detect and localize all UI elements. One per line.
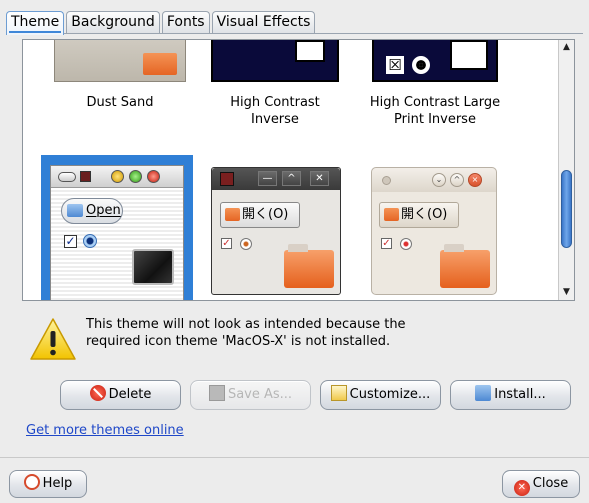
- theme-preview-dust-sand[interactable]: [54, 40, 186, 82]
- theme-preview-light[interactable]: ⌄ ^ × 開く(O) ✓: [371, 167, 497, 295]
- maximize-icon: [129, 170, 142, 183]
- tab-theme[interactable]: Theme: [6, 11, 65, 35]
- open-button-preview: 開く(O): [220, 202, 300, 228]
- radio-icon: [412, 56, 430, 74]
- toolbar-toggle-icon: [58, 172, 76, 182]
- theme-label-high-contrast-large-print-inverse: High Contrast Large Print Inverse: [362, 94, 508, 128]
- tab-fonts[interactable]: Fonts: [161, 11, 210, 33]
- folder-icon: [384, 208, 399, 221]
- folder-icon: [225, 208, 240, 221]
- help-label: Help: [42, 476, 73, 491]
- theme-label-dust-sand: Dust Sand: [86, 95, 154, 110]
- theme-preview-selected[interactable]: Open ✓: [41, 155, 193, 300]
- save-as-label: Save As...: [227, 387, 293, 402]
- app-icon: [80, 171, 91, 182]
- maximize-icon: ^: [282, 171, 301, 186]
- scroll-down-icon[interactable]: ▼: [559, 285, 574, 300]
- open-label: 開く(O): [242, 207, 289, 222]
- install-label: Install...: [494, 387, 546, 402]
- close-button[interactable]: ✕ Close: [502, 470, 580, 498]
- open-label: 開く(O): [401, 207, 448, 222]
- title-bar: [51, 166, 183, 188]
- title-bar: — ^ ✕: [212, 168, 340, 190]
- close-icon: ✕: [310, 171, 329, 186]
- checkbox-icon: ☒: [386, 56, 404, 74]
- close-icon: ×: [468, 173, 482, 187]
- folder-icon: [440, 244, 490, 288]
- customize-icon: [330, 385, 347, 401]
- close-icon: [147, 170, 160, 183]
- open-button-preview: 開く(O): [379, 202, 459, 228]
- divider: [0, 457, 589, 458]
- window-button-icon: [295, 40, 325, 62]
- menu-icon: [382, 176, 391, 185]
- folder-icon: [475, 385, 492, 401]
- theme-preview-high-contrast-inverse[interactable]: [211, 40, 339, 82]
- customize-button[interactable]: Customize...: [320, 380, 441, 410]
- warning-message: This theme will not look as intended bec…: [86, 317, 406, 349]
- install-button[interactable]: Install...: [450, 380, 571, 410]
- open-label: Open: [86, 203, 121, 218]
- delete-button[interactable]: Delete: [60, 380, 181, 410]
- theme-label-line1: High Contrast Large: [369, 95, 501, 110]
- radio-icon: [83, 234, 97, 248]
- tab-background[interactable]: Background: [66, 11, 160, 33]
- theme-preview-dark[interactable]: — ^ ✕ 開く(O) ✓: [211, 167, 341, 295]
- theme-preview-high-contrast-large-print-inverse[interactable]: ☒: [372, 40, 498, 82]
- theme-list-scrollbar[interactable]: ▲ ▼: [558, 40, 574, 300]
- scroll-up-icon[interactable]: ▲: [559, 40, 574, 55]
- folder-icon: [143, 53, 177, 75]
- save-icon: [208, 385, 225, 401]
- save-as-button[interactable]: Save As...: [190, 380, 311, 410]
- theme-label-line1: High Contrast: [230, 95, 320, 110]
- checkbox-icon: ✓: [381, 238, 392, 249]
- checkbox-icon: ✓: [221, 238, 232, 249]
- folder-icon: [67, 204, 83, 217]
- folder-icon: [284, 244, 334, 288]
- minimize-icon: [111, 170, 124, 183]
- theme-label-line2: Print Inverse: [394, 112, 476, 127]
- window-preview: Open ✓: [50, 165, 184, 300]
- delete-icon: [89, 385, 106, 401]
- minimize-icon: —: [258, 171, 277, 186]
- tab-divider: [6, 33, 583, 34]
- theme-label-line2: Inverse: [251, 112, 299, 127]
- radio-icon: [400, 238, 412, 250]
- tab-bar: Theme Background Fonts Visual Effects: [6, 11, 317, 35]
- warning-icon: [30, 318, 76, 360]
- open-button-preview: Open: [61, 198, 123, 224]
- window-button-icon: [450, 40, 488, 70]
- close-label: Close: [532, 476, 569, 491]
- tab-visual-effects[interactable]: Visual Effects: [211, 11, 316, 33]
- delete-label: Delete: [108, 387, 152, 402]
- get-more-themes-link[interactable]: Get more themes online: [26, 423, 184, 438]
- theme-label-high-contrast-inverse: High Contrast Inverse: [211, 94, 339, 128]
- customize-label: Customize...: [349, 387, 431, 402]
- checkbox-icon: ✓: [64, 234, 77, 248]
- help-button[interactable]: Help: [9, 470, 87, 498]
- theme-list[interactable]: Dust Sand High Contrast Inverse ☒ High C…: [22, 39, 575, 301]
- monitor-icon: [132, 249, 174, 285]
- scrollbar-thumb[interactable]: [561, 170, 572, 248]
- maximize-icon: ^: [450, 173, 464, 187]
- window-body: Open ✓: [51, 188, 183, 300]
- radio-icon: [240, 238, 252, 250]
- title-bar: ⌄ ^ ×: [372, 168, 496, 192]
- help-icon: [23, 474, 40, 490]
- close-icon: ✕: [513, 480, 530, 496]
- minimize-icon: ⌄: [432, 173, 446, 187]
- app-icon: [220, 172, 234, 186]
